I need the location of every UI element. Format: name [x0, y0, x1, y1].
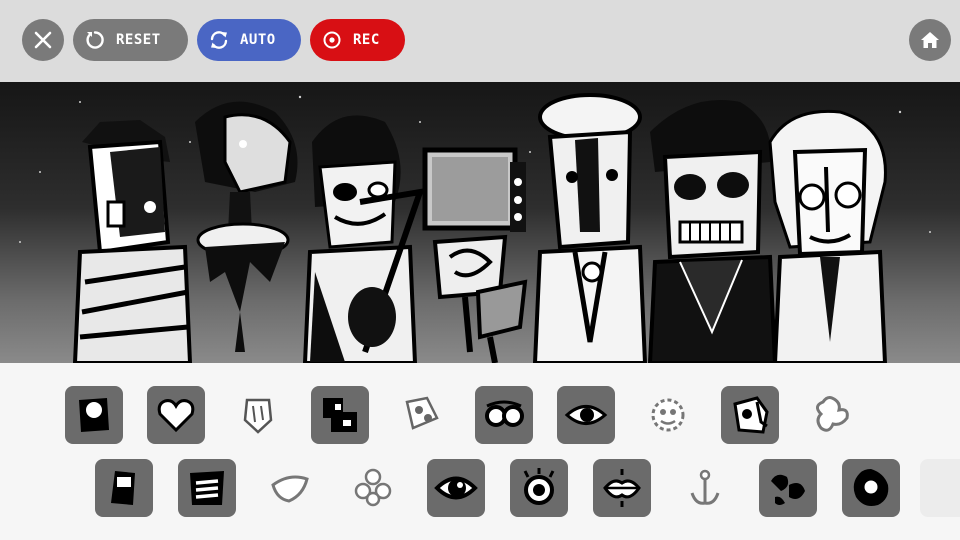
- sound-tile-row1-8[interactable]: [639, 386, 697, 444]
- sync-icon: [206, 27, 232, 53]
- phone-icon: [101, 465, 147, 511]
- beak-icon: [267, 465, 313, 511]
- sound-tile-row1-6[interactable]: [475, 386, 533, 444]
- blocks-icon: [317, 392, 363, 438]
- broken-face-icon: [727, 392, 773, 438]
- sound-tile-row2-4[interactable]: [344, 459, 402, 517]
- sound-tile-row2-3[interactable]: [261, 459, 319, 517]
- sound-tile-row1-1[interactable]: [65, 386, 123, 444]
- sound-tile-row2-10[interactable]: [842, 459, 900, 517]
- tilted-eyes-icon: [399, 392, 445, 438]
- sound-tile-row1-10[interactable]: [803, 386, 861, 444]
- flower-icon: [350, 465, 396, 511]
- close-button[interactable]: [22, 19, 64, 61]
- close-icon: [34, 31, 52, 49]
- character-2[interactable]: [195, 101, 298, 352]
- glasses-icon: [481, 392, 527, 438]
- stripes-icon: [184, 465, 230, 511]
- sound-tile-row1-4[interactable]: [311, 386, 369, 444]
- stage-art: [19, 93, 931, 363]
- character-stage: [0, 82, 960, 363]
- sound-tile-row1-7[interactable]: [557, 386, 615, 444]
- sound-palette: [0, 363, 960, 540]
- sound-tile-row2-5[interactable]: [427, 459, 485, 517]
- auto-button[interactable]: AUTO: [197, 19, 301, 61]
- rec-button[interactable]: REC: [310, 19, 405, 61]
- record-icon: [319, 27, 345, 53]
- sound-tile-row1-2[interactable]: [147, 386, 205, 444]
- sound-tile-row2-1[interactable]: [95, 459, 153, 517]
- splat-icon: [809, 392, 855, 438]
- rec-label: REC: [353, 32, 380, 48]
- mask-bulb-icon: [71, 392, 117, 438]
- character-1[interactable]: [72, 120, 193, 363]
- sound-tile-row1-5[interactable]: [393, 386, 451, 444]
- sound-tile-row1-3[interactable]: [229, 386, 287, 444]
- lips-icon: [599, 465, 645, 511]
- character-4[interactable]: [422, 147, 528, 363]
- sound-tile-row2-2[interactable]: [178, 459, 236, 517]
- fuzzy-face-icon: [645, 392, 691, 438]
- reset-label: RESET: [116, 32, 161, 48]
- big-eye-icon: [433, 465, 479, 511]
- sound-tile-row2-9[interactable]: [759, 459, 817, 517]
- hands-icon: [765, 465, 811, 511]
- sound-tile-row2-8[interactable]: [676, 459, 734, 517]
- top-toolbar: RESET AUTO REC: [0, 0, 960, 82]
- home-button[interactable]: [909, 19, 951, 61]
- sound-tile-row2-7[interactable]: [593, 459, 651, 517]
- character-7[interactable]: [768, 109, 888, 363]
- auto-label: AUTO: [240, 32, 276, 48]
- lashed-eye-icon: [516, 465, 562, 511]
- character-6[interactable]: [647, 100, 778, 363]
- eye-icon: [563, 392, 609, 438]
- shield-mask-icon: [235, 392, 281, 438]
- sound-tile-row1-9[interactable]: [721, 386, 779, 444]
- character-3[interactable]: [302, 115, 425, 363]
- home-icon: [921, 32, 939, 48]
- heart-icon: [153, 392, 199, 438]
- sound-tile-row2-6[interactable]: [510, 459, 568, 517]
- ring-blob-icon: [848, 465, 894, 511]
- palette-scroll-handle[interactable]: [920, 459, 960, 517]
- reset-icon: [82, 27, 108, 53]
- character-5[interactable]: [532, 93, 648, 363]
- anchor-icon: [682, 465, 728, 511]
- reset-button[interactable]: RESET: [73, 19, 188, 61]
